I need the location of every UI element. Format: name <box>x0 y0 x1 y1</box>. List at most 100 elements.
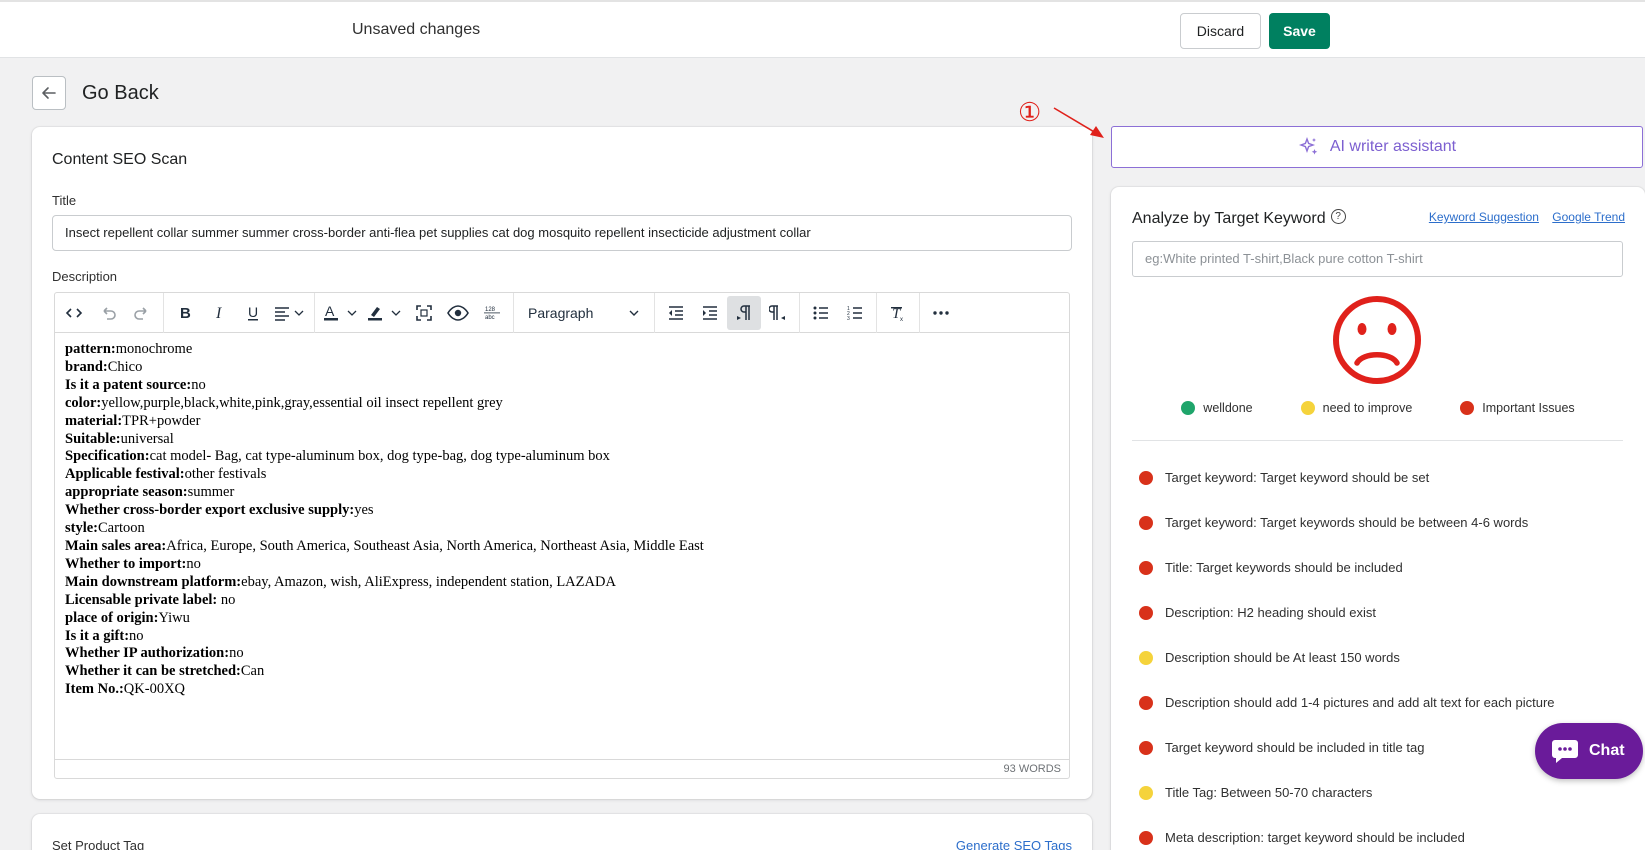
toolbar-divider <box>919 292 920 333</box>
description-row: Suitable:universal <box>65 430 174 447</box>
bullet-list-icon[interactable] <box>804 296 838 330</box>
svg-text:U: U <box>248 304 258 320</box>
toolbar-divider <box>799 292 800 333</box>
word-count-icon[interactable]: 128 abc <box>475 296 509 330</box>
issue-item: Target keyword: Target keywords should b… <box>1139 500 1555 545</box>
red-dot-icon <box>1139 605 1153 620</box>
analyze-title: Analyze by Target Keyword ? <box>1132 208 1346 228</box>
description-row: Item No.:QK-00XQ <box>65 681 186 698</box>
block-format-value: Paragraph <box>528 304 594 321</box>
preview-icon[interactable] <box>441 296 475 330</box>
description-row: Main sales area:Africa, Europe, South Am… <box>65 537 704 554</box>
target-keyword-input[interactable]: eg:White printed T-shirt,Black pure cott… <box>1132 241 1623 277</box>
discard-button[interactable]: Discard <box>1180 13 1261 49</box>
description-row: Applicable festival:other festivals <box>65 466 267 483</box>
green-dot-icon <box>1181 401 1196 415</box>
redo-icon[interactable] <box>125 296 159 330</box>
clear-format-icon[interactable]: Tx <box>881 296 915 330</box>
numbered-list-icon[interactable]: 123 <box>838 296 872 330</box>
source-code-icon[interactable] <box>57 296 91 330</box>
red-dot-icon <box>1460 401 1475 415</box>
google-trend-link[interactable]: Google Trend <box>1552 210 1625 224</box>
description-row: style:Cartoon <box>65 520 145 537</box>
back-button[interactable] <box>32 76 66 110</box>
content-seo-card: Content SEO Scan Title Insect repellent … <box>32 127 1092 799</box>
divider <box>1132 440 1623 441</box>
product-tag-card: Set Product Tag Generate SEO Tags <box>32 814 1092 850</box>
description-content[interactable]: pattern:monochrome brand:Chico Is it a p… <box>65 341 704 699</box>
help-icon[interactable]: ? <box>1330 208 1346 224</box>
chat-bubble-icon <box>1552 740 1578 763</box>
rtl-icon[interactable] <box>761 296 795 330</box>
toolbar-divider <box>314 292 315 333</box>
underline-icon[interactable]: U <box>236 296 270 330</box>
description-row: pattern:monochrome <box>65 341 193 357</box>
outdent-icon[interactable] <box>659 296 693 330</box>
unsaved-changes-label: Unsaved changes <box>352 21 481 38</box>
red-dot-icon <box>1139 560 1153 575</box>
toolbar-divider <box>654 292 655 333</box>
toolbar-divider <box>513 292 514 333</box>
description-row: Whether cross-border export exclusive su… <box>65 502 374 519</box>
highlight-icon[interactable] <box>363 296 407 330</box>
issue-item: Target keyword should be included in tit… <box>1139 725 1555 770</box>
title-input[interactable]: Insect repellent collar summer summer cr… <box>52 215 1072 251</box>
ai-writer-label: AI writer assistant <box>1329 138 1457 155</box>
issue-item: Description should be At least 150 words <box>1139 635 1555 680</box>
legend-need-to-improve: need to improve <box>1300 401 1412 415</box>
red-dot-icon <box>1139 695 1153 710</box>
yellow-dot-icon <box>1139 650 1153 665</box>
annotation-arrow-icon <box>1053 107 1104 138</box>
page-title: Go Back <box>82 82 159 104</box>
svg-text:abc: abc <box>485 315 495 321</box>
chevron-down-icon <box>629 310 639 316</box>
bold-icon[interactable]: B <box>168 296 202 330</box>
description-row: color:yellow,purple,black,white,pink,gra… <box>65 394 503 411</box>
yellow-dot-icon <box>1139 785 1153 800</box>
issue-item: Description should add 1-4 pictures and … <box>1139 680 1555 725</box>
block-format-select[interactable]: Paragraph <box>518 296 650 330</box>
more-icon[interactable] <box>924 296 958 330</box>
yellow-dot-icon <box>1300 401 1315 415</box>
issue-item: Target keyword: Target keyword should be… <box>1139 455 1555 500</box>
red-dot-icon <box>1139 515 1153 530</box>
top-bar: Unsaved changes Discard Save <box>0 0 1645 58</box>
score-legend: welldone need to improve Important Issue… <box>1111 401 1645 415</box>
keyword-suggestion-link[interactable]: Keyword Suggestion <box>1429 210 1539 224</box>
description-row: Specification:cat model- Bag, cat type-a… <box>65 448 610 465</box>
generate-seo-tags-link[interactable]: Generate SEO Tags <box>956 838 1072 850</box>
ltr-icon[interactable] <box>727 295 761 330</box>
align-icon[interactable] <box>270 296 310 330</box>
undo-icon[interactable] <box>91 296 125 330</box>
red-dot-icon <box>1139 740 1153 755</box>
analyze-title-text: Analyze by Target Keyword <box>1132 210 1326 227</box>
issue-item: Title Tag: Between 50-70 characters <box>1139 770 1555 815</box>
description-row: Whether it can be stretched:Can <box>65 663 265 680</box>
chat-button[interactable]: Chat <box>1535 723 1643 779</box>
sparkle-icon <box>1298 136 1318 155</box>
sad-face-icon <box>1333 296 1421 384</box>
chat-label: Chat <box>1589 742 1625 759</box>
editor-statusbar: 93 WORDS <box>55 759 1069 778</box>
italic-icon[interactable]: I <box>202 296 236 330</box>
issue-item: Meta description: target keyword should … <box>1139 815 1555 850</box>
save-button[interactable]: Save <box>1269 13 1330 49</box>
description-row: Whether IP authorization:no <box>65 645 244 662</box>
svg-text:x: x <box>900 317 903 322</box>
ai-writer-button[interactable]: AI writer assistant <box>1111 126 1643 168</box>
arrow-left-icon <box>42 87 56 99</box>
legend-welldone: welldone <box>1181 401 1253 415</box>
description-row: Is it a gift:no <box>65 627 144 644</box>
description-editor[interactable]: B I U A 128 abc Paragraph 123 Tx pattern… <box>54 292 1070 779</box>
description-row: appropriate season:summer <box>65 484 235 501</box>
indent-icon[interactable] <box>693 296 727 330</box>
svg-text:I: I <box>215 305 222 322</box>
toolbar-divider <box>876 292 877 333</box>
word-count[interactable]: 93 WORDS <box>1004 763 1061 775</box>
text-color-icon[interactable]: A <box>319 296 363 330</box>
product-tag-title: Set Product Tag <box>52 838 145 850</box>
svg-text:B: B <box>180 305 191 322</box>
issue-item: Title: Target keywords should be include… <box>1139 545 1555 590</box>
svg-text:A: A <box>325 303 335 319</box>
fullscreen-icon[interactable] <box>407 296 441 330</box>
